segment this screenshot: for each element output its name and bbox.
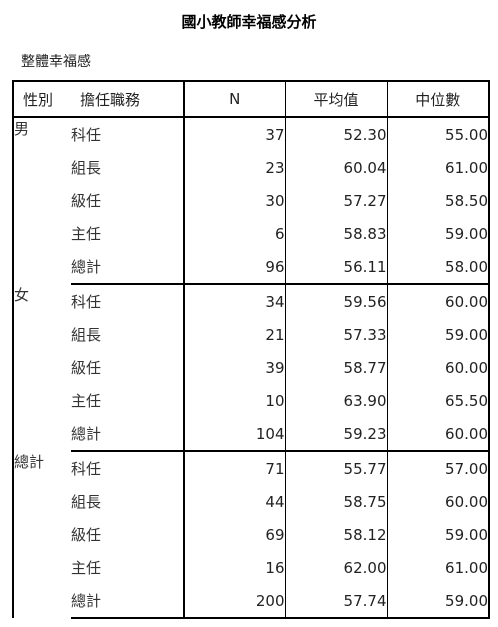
mean-cell: 57.27 — [284, 184, 387, 217]
mean-cell: 62.00 — [284, 551, 387, 584]
n-cell: 71 — [183, 451, 285, 485]
role-cell: 組長 — [71, 159, 102, 177]
n-cell: 96 — [183, 250, 285, 285]
n-cell: 104 — [183, 417, 285, 452]
mean-cell: 57.74 — [284, 584, 387, 619]
n-cell: 6 — [183, 217, 285, 250]
median-cell: 59.00 — [386, 217, 490, 250]
table-row: 女科任 34 59.56 60.00 — [12, 284, 490, 451]
table-row: 男科任 37 52.30 55.00 — [12, 117, 490, 284]
median-cell: 55.00 — [386, 117, 490, 151]
median-cell: 59.00 — [386, 518, 490, 551]
n-cell: 16 — [183, 551, 285, 584]
role-cell: 科任 — [71, 293, 102, 311]
header-role: 擔任職務 — [71, 80, 184, 118]
mean-cell: 60.04 — [284, 151, 387, 184]
table-row: 主任 16 62.00 61.00 — [13, 551, 490, 584]
role-cell: 科任 — [71, 126, 102, 144]
role-cell: 組長 — [71, 493, 102, 511]
role-cell: 級任 — [71, 192, 102, 210]
median-cell: 65.50 — [386, 384, 490, 417]
header-gender: 性別 — [12, 80, 71, 118]
n-cell: 34 — [183, 284, 285, 318]
table-subtitle: 整體幸福感 — [21, 54, 91, 70]
median-cell: 59.00 — [386, 584, 490, 619]
median-cell: 58.50 — [386, 184, 490, 217]
mean-cell: 57.33 — [284, 318, 387, 351]
table-row: 組長 21 57.33 59.00 — [13, 318, 490, 351]
role-cell: 組長 — [71, 326, 102, 344]
mean-cell: 59.56 — [284, 284, 387, 318]
header-n: N — [183, 80, 285, 118]
table-row: 級任 39 58.77 60.00 — [13, 351, 490, 384]
table-row: 組長 23 60.04 61.00 — [13, 151, 490, 184]
role-cell: 主任 — [71, 392, 102, 410]
role-cell: 總計 — [71, 584, 184, 619]
mean-cell: 52.30 — [284, 117, 387, 151]
table-row: 組長 44 58.75 60.00 — [13, 485, 490, 518]
header-median: 中位數 — [386, 80, 490, 118]
mean-cell: 58.83 — [284, 217, 387, 250]
gender-cell: 男 — [12, 117, 71, 284]
gender-cell: 女 — [12, 284, 71, 451]
n-cell: 21 — [183, 318, 285, 351]
n-cell: 200 — [183, 584, 285, 619]
page-title: 國小教師幸福感分析 — [181, 13, 317, 31]
mean-cell: 58.77 — [284, 351, 387, 384]
mean-cell: 58.12 — [284, 518, 387, 551]
stats-table: 性別 擔任職務 N 平均值 中位數 男科任 37 52.30 55.00 組長 23 60.… — [12, 80, 490, 619]
mean-cell: 58.75 — [284, 485, 387, 518]
median-cell: 59.00 — [386, 318, 490, 351]
mean-cell: 63.90 — [284, 384, 387, 417]
role-cell: 科任 — [71, 460, 102, 478]
header-mean: 平均值 — [284, 80, 387, 118]
median-cell: 60.00 — [386, 284, 490, 318]
n-cell: 10 — [183, 384, 285, 417]
median-cell: 60.00 — [386, 485, 490, 518]
median-cell: 60.00 — [386, 417, 490, 452]
mean-cell: 55.77 — [284, 451, 387, 485]
role-cell: 主任 — [71, 225, 102, 243]
gender-cell: 總計 — [12, 451, 71, 618]
table-row: 主任 10 63.90 65.50 — [13, 384, 490, 417]
table-row: 總計 96 56.11 58.00 — [13, 250, 490, 285]
header-row: 性別 擔任職務 N 平均值 中位數 — [12, 80, 490, 118]
table-row: 總計 科任 71 55.77 57.00 — [12, 451, 490, 618]
n-cell: 69 — [183, 518, 285, 551]
table-row: 級任 30 57.27 58.50 — [13, 184, 490, 217]
table-row: 主任 6 58.83 59.00 — [13, 217, 490, 250]
n-cell: 39 — [183, 351, 285, 384]
median-cell: 57.00 — [386, 451, 490, 485]
median-cell: 61.00 — [386, 551, 490, 584]
role-cell: 主任 — [71, 559, 102, 577]
n-cell: 23 — [183, 151, 285, 184]
median-cell: 58.00 — [386, 250, 490, 285]
role-cell: 總計 — [71, 250, 184, 285]
median-cell: 60.00 — [386, 351, 490, 384]
table-body: 男科任 37 52.30 55.00 組長 23 60.04 61.00 級任 30 57.27 58… — [12, 117, 490, 619]
table-row: 級任 69 58.12 59.00 — [13, 518, 490, 551]
mean-cell: 56.11 — [284, 250, 387, 285]
role-cell: 級任 — [71, 526, 102, 544]
mean-cell: 59.23 — [284, 417, 387, 452]
n-cell: 30 — [183, 184, 285, 217]
n-cell: 37 — [183, 117, 285, 151]
role-cell: 級任 — [71, 359, 102, 377]
median-cell: 61.00 — [386, 151, 490, 184]
table-row: 總計 104 59.23 60.00 — [13, 417, 490, 452]
role-cell: 總計 — [71, 417, 184, 452]
table-row: 總計 200 57.74 59.00 — [13, 584, 490, 619]
n-cell: 44 — [183, 485, 285, 518]
